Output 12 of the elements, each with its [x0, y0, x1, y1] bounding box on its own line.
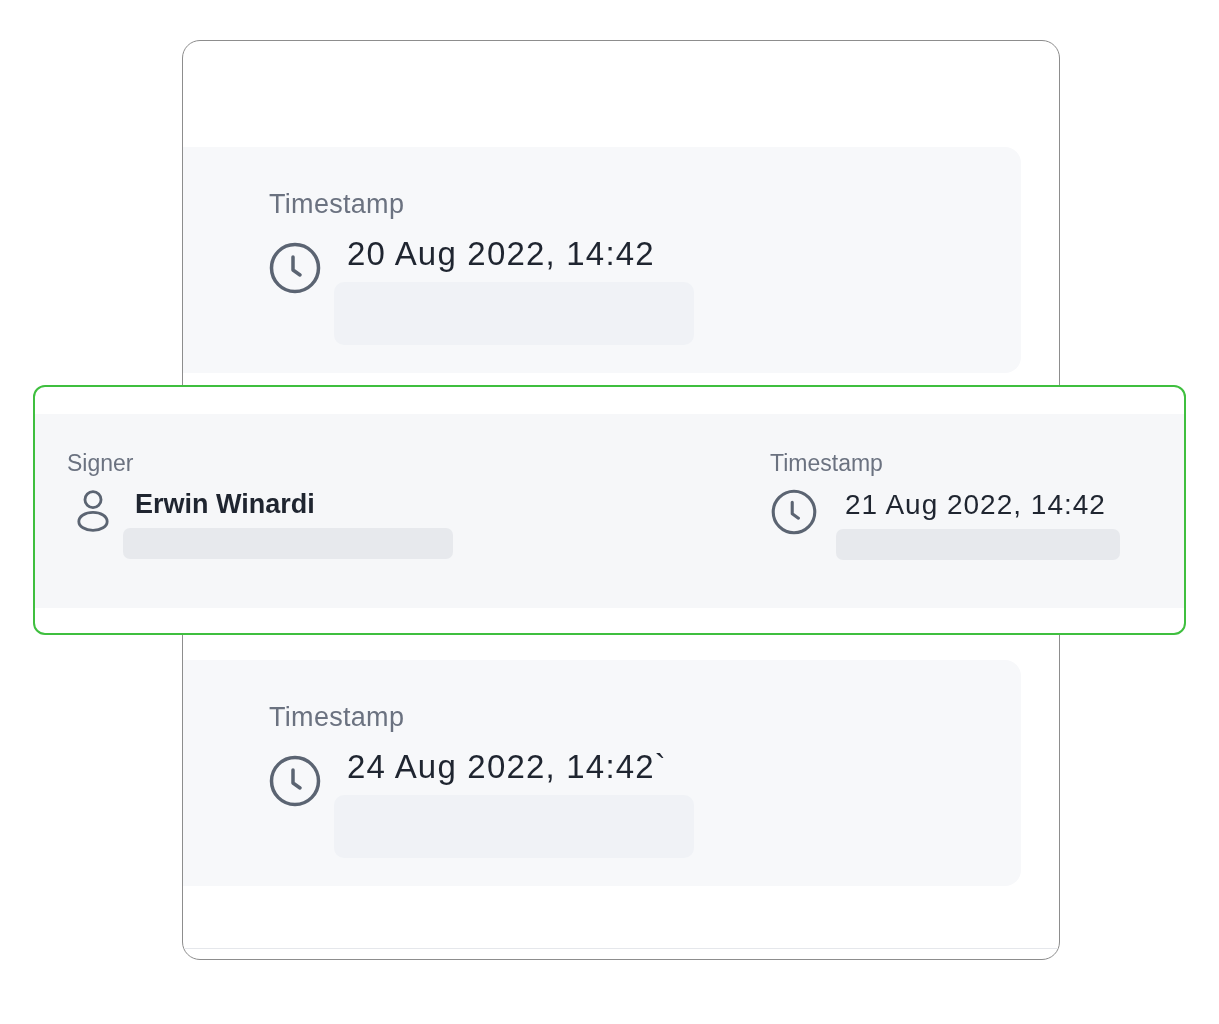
person-icon — [76, 489, 110, 533]
timestamp-value: 20 Aug 2022, 14:42 — [347, 234, 656, 274]
timestamp-label: Timestamp — [770, 450, 884, 477]
timestamp-label: Timestamp — [269, 702, 406, 733]
clock-icon — [269, 242, 321, 294]
clock-icon — [269, 755, 321, 807]
timestamp-label: Timestamp — [269, 189, 406, 220]
signer-label: Signer — [67, 450, 135, 477]
timestamp-value: 21 Aug 2022, 14:42 — [845, 489, 1107, 521]
signer-name: Erwin Winardi — [135, 489, 316, 520]
clock-icon — [771, 489, 817, 535]
timestamp-value: 24 Aug 2022, 14:42` — [347, 747, 669, 787]
